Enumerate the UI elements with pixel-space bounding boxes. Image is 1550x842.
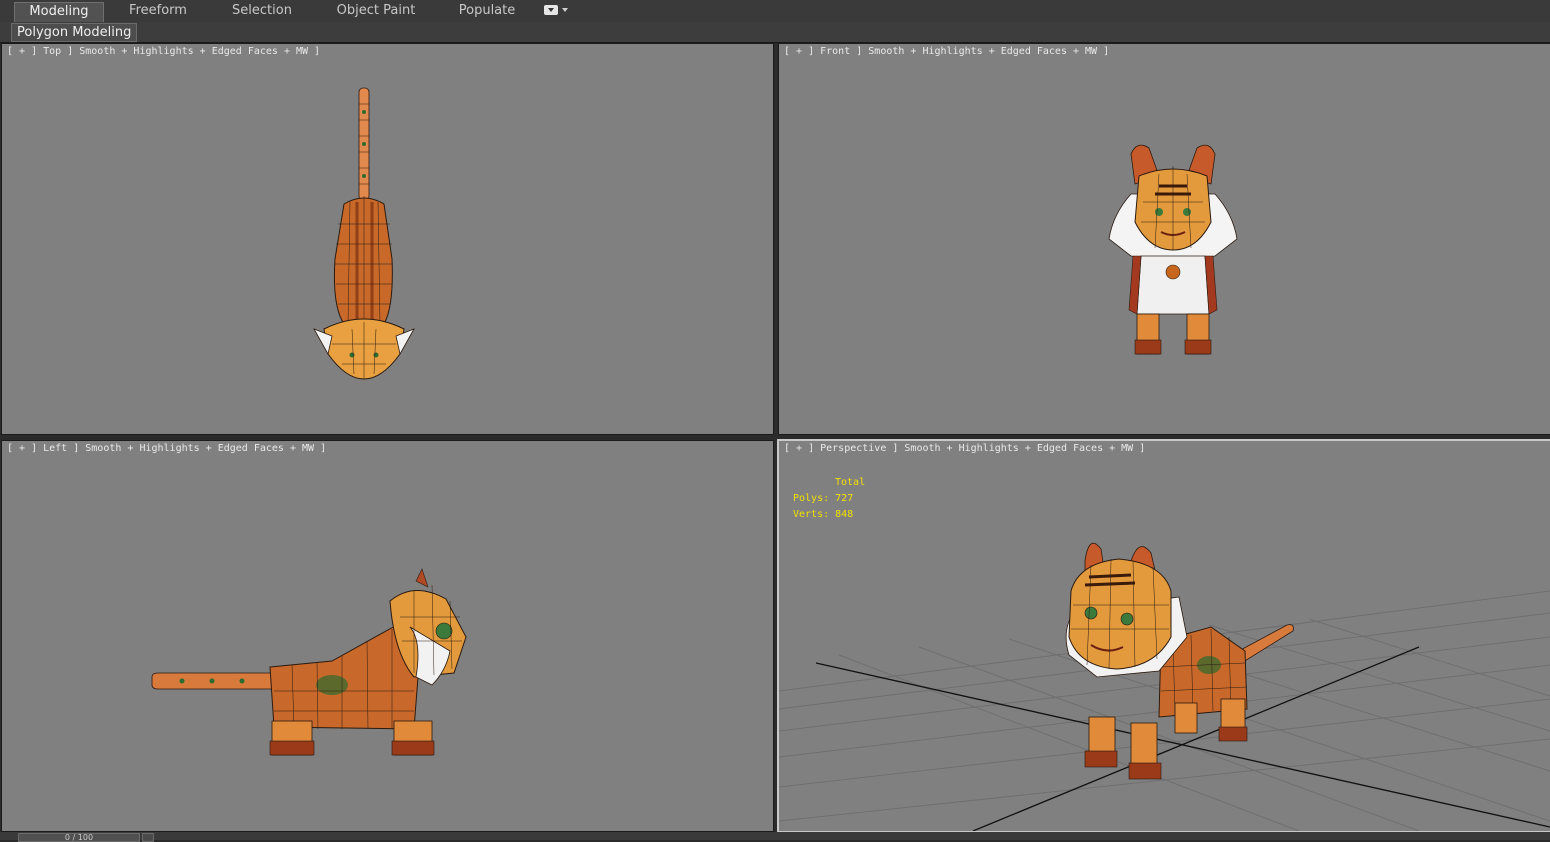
- tab-modeling[interactable]: Modeling: [14, 2, 104, 22]
- chevron-down-icon[interactable]: [562, 8, 568, 12]
- tab-freeform[interactable]: Freeform: [118, 2, 198, 20]
- viewport-perspective[interactable]: [ + ] Perspective ] Smooth + Highlights …: [777, 439, 1550, 833]
- time-slider-thumb[interactable]: 0 / 100: [18, 833, 140, 842]
- perspective-scene: [779, 542, 1550, 831]
- tiger-model-top: [313, 87, 415, 380]
- tab-object-paint[interactable]: Object Paint: [330, 2, 422, 20]
- tab-selection[interactable]: Selection: [222, 2, 302, 20]
- tiger-model-left: [151, 568, 467, 756]
- viewport-top[interactable]: [ + ] Top ] Smooth + Highlights + Edged …: [1, 43, 774, 435]
- ribbon-tab-bar: Modeling Freeform Selection Object Paint…: [0, 0, 1550, 23]
- tiger-model-front: [1108, 144, 1238, 355]
- ribbon-minimize-icon[interactable]: [544, 5, 558, 15]
- tab-populate[interactable]: Populate: [450, 2, 524, 20]
- time-slider-next-button[interactable]: [142, 833, 154, 842]
- ribbon-panel: Polygon Modeling: [0, 22, 1550, 43]
- time-slider-bar: [0, 832, 1550, 840]
- viewport-left[interactable]: [ + ] Left ] Smooth + Highlights + Edged…: [1, 440, 774, 832]
- viewport-front[interactable]: [ + ] Front ] Smooth + Highlights + Edge…: [778, 43, 1550, 435]
- polygon-modeling-panel-button[interactable]: Polygon Modeling: [11, 23, 138, 42]
